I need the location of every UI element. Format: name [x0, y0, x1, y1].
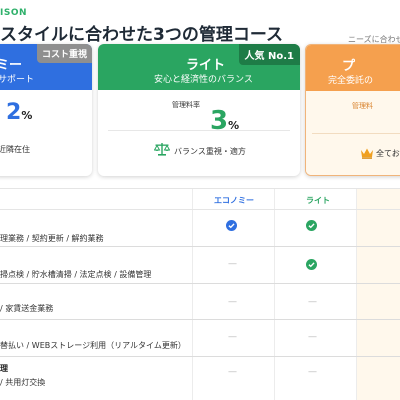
row-label: 理業務 / 契約更新 / 解約業務	[0, 234, 104, 243]
rate-value: 2	[6, 100, 22, 125]
dash-icon: —	[228, 297, 237, 307]
plan-feature: バランス重視・適方	[174, 147, 246, 156]
popular-badge: 人気 No.1	[238, 44, 300, 65]
crown-icon	[361, 148, 373, 159]
check-circle-blue-icon	[226, 220, 237, 231]
section-eyebrow: ISON	[0, 8, 28, 18]
row-label-title: 理	[0, 364, 8, 373]
section-heading: スタイルに合わせた3つの管理コース	[0, 25, 283, 45]
card-divider	[312, 133, 400, 134]
plan-card-premium-header: プ 完全委託の	[306, 45, 400, 91]
rate-unit: %	[21, 109, 33, 122]
table-row: 掃点検 / 貯水槽清掃 / 法定点検 / 設備管理 —	[0, 247, 400, 284]
scale-icon	[154, 143, 170, 156]
plan-name: ライト	[186, 58, 226, 73]
dash-icon: —	[308, 367, 317, 377]
table-row: 理業務 / 契約更新 / 解約業務	[0, 210, 400, 247]
plan-card-light[interactable]: ライト 安心と経済性のバランス 人気 No.1 管理料率 3% バランス重視・適…	[98, 44, 300, 176]
plan-feature: 近隣在住	[0, 145, 30, 154]
row-label: / 共用灯交換	[0, 378, 46, 387]
column-header-light: ライト	[306, 196, 330, 205]
plan-subtitle: 安心と経済性のバランス	[154, 75, 253, 85]
plan-name: プ	[342, 59, 356, 74]
row-label: / 家賃送金業務	[0, 304, 54, 313]
dash-icon: —	[308, 297, 317, 307]
check-circle-green-icon	[306, 220, 317, 231]
rate-value: 3	[210, 106, 229, 136]
plan-feature: 全ておす	[376, 149, 400, 158]
plan-card-economy[interactable]: ミー サポート コスト重視 2% 近隣在住	[0, 44, 92, 176]
row-label: 掃点検 / 貯水槽清掃 / 法定点検 / 設備管理	[0, 270, 152, 279]
plan-subtitle: 完全委託の	[328, 76, 374, 86]
dash-icon: —	[228, 259, 237, 269]
check-circle-green-icon	[306, 259, 317, 270]
row-label: 替払い / WEBストレージ利用（リアルタイム更新）	[0, 341, 186, 350]
dash-icon: —	[228, 367, 237, 377]
table-header: エコノミー ライト	[0, 188, 400, 210]
plan-subtitle: サポート	[0, 75, 35, 85]
plan-name: ミー	[0, 58, 23, 73]
table-row: / 家賃送金業務 — —	[0, 284, 400, 320]
rate-label: 管理料率	[172, 101, 200, 109]
table-row: 理 / 共用灯交換 — —	[0, 357, 400, 400]
dash-icon: —	[308, 332, 317, 342]
plan-card-premium[interactable]: プ 完全委託の 管理料 全ておす	[305, 44, 400, 176]
card-divider	[108, 130, 290, 131]
comparison-table: エコノミー ライト 理業務 / 契約更新 / 解約業務 掃点検 / 貯水槽清掃 …	[0, 188, 400, 400]
table-row: 替払い / WEBストレージ利用（リアルタイム更新） — —	[0, 320, 400, 357]
plan-badge: コスト重視	[36, 44, 92, 63]
column-header-economy: エコノミー	[214, 196, 254, 205]
plan-rate: 2%	[6, 100, 32, 125]
rate-label: 管理料	[352, 102, 373, 110]
plan-rate: 3%	[210, 106, 239, 136]
dash-icon: —	[228, 332, 237, 342]
